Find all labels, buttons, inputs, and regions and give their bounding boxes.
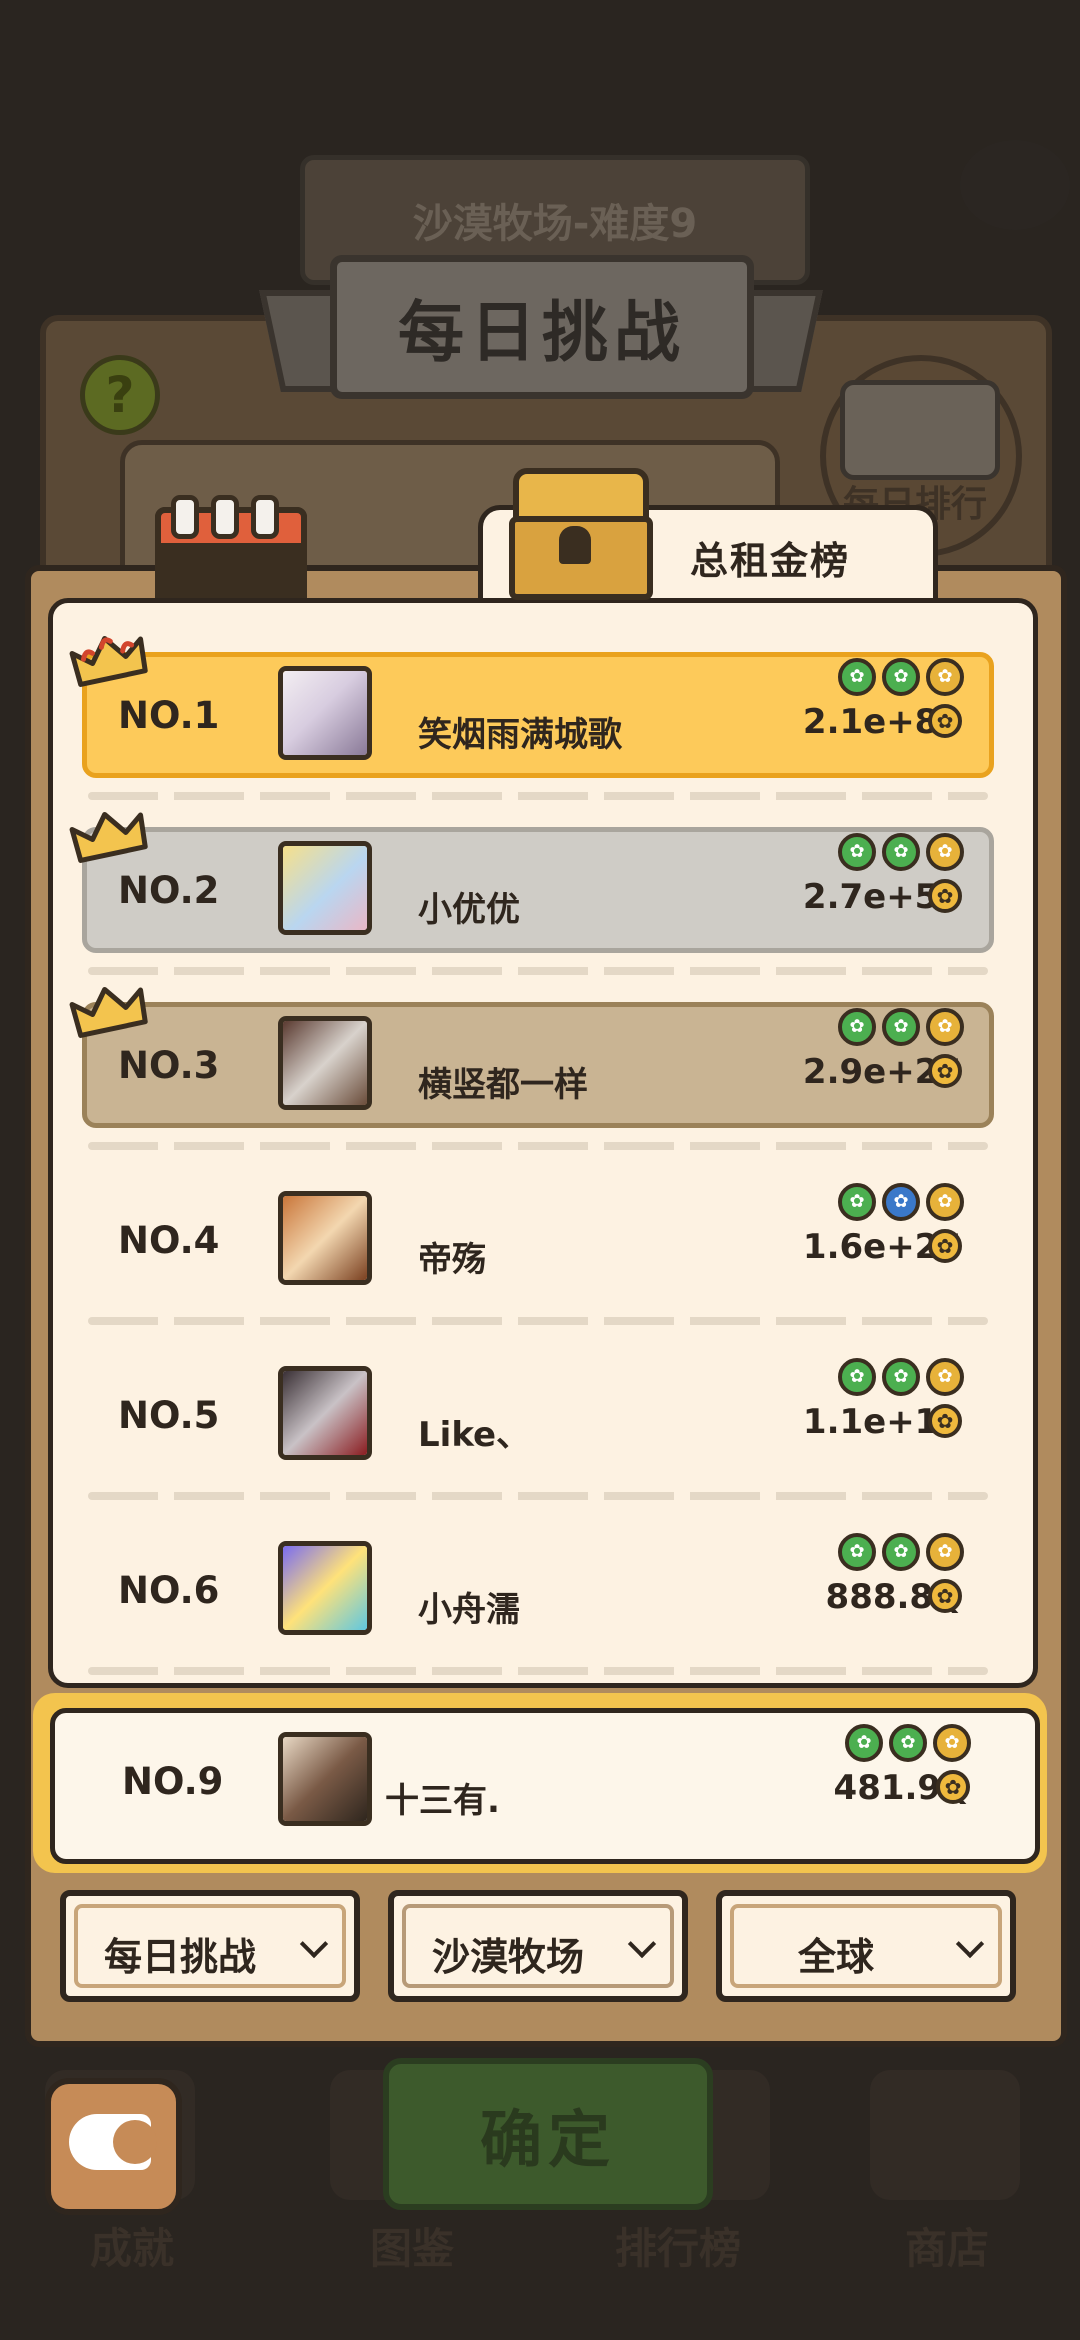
row-divider bbox=[88, 1142, 988, 1150]
avatar[interactable] bbox=[278, 1016, 372, 1110]
achievement-badges: ✿ ✿ ✿ bbox=[838, 1183, 968, 1223]
back-button[interactable] bbox=[45, 2078, 182, 2215]
row-divider bbox=[88, 1667, 988, 1675]
nav-leaderboard-label: 排行榜 bbox=[615, 2224, 742, 2273]
avatar-image bbox=[283, 1371, 367, 1455]
achievement-badges: ✿ ✿ ✿ bbox=[838, 1008, 968, 1048]
green-badge-icon: ✿ bbox=[838, 833, 876, 871]
nav-achievements-label: 成就 bbox=[90, 2224, 175, 2273]
avatar[interactable] bbox=[278, 1732, 372, 1826]
green-badge-icon: ✿ bbox=[838, 658, 876, 696]
blue-badge-icon: ✿ bbox=[882, 1183, 920, 1221]
paw-icon: ✿ bbox=[928, 1579, 962, 1613]
nav-shop-icon[interactable] bbox=[870, 2070, 1020, 2200]
achievement-badges: ✿ ✿ ✿ bbox=[838, 1358, 968, 1398]
calendar-icon[interactable] bbox=[155, 495, 307, 617]
player-name: 笑烟雨满城歌 bbox=[418, 715, 622, 755]
gold-badge-icon: ✿ bbox=[926, 658, 964, 696]
green-badge-icon: ✿ bbox=[882, 833, 920, 871]
help-icon[interactable]: ? bbox=[80, 355, 160, 435]
player-name: 小舟濡 bbox=[418, 1590, 520, 1630]
avatar-image bbox=[283, 1021, 367, 1105]
green-badge-icon: ✿ bbox=[889, 1724, 927, 1762]
row-divider bbox=[88, 1317, 988, 1325]
avatar[interactable] bbox=[278, 1366, 372, 1460]
green-badge-icon: ✿ bbox=[838, 1533, 876, 1571]
gold-badge-icon: ✿ bbox=[926, 1183, 964, 1221]
region-select[interactable]: 全球 bbox=[716, 1890, 1016, 2002]
player-name: 横竖都一样 bbox=[418, 1065, 588, 1105]
map-select-value: 沙漠牧场 bbox=[431, 1935, 584, 1979]
gold-badge-icon: ✿ bbox=[926, 1533, 964, 1571]
green-badge-icon: ✿ bbox=[882, 1008, 920, 1046]
rank-label: NO.3 bbox=[118, 1044, 220, 1087]
gold-badge-icon: ✿ bbox=[926, 1008, 964, 1046]
achievement-badges: ✿ ✿ ✿ bbox=[838, 833, 968, 873]
mode-select[interactable]: 每日挑战 bbox=[60, 1890, 360, 2002]
confirm-button[interactable]: 确定 bbox=[383, 2058, 713, 2210]
green-badge-icon: ✿ bbox=[838, 1183, 876, 1221]
rank-label: NO.2 bbox=[118, 869, 220, 912]
map-select[interactable]: 沙漠牧场 bbox=[388, 1890, 688, 2002]
player-name: 帝殇 bbox=[418, 1240, 486, 1280]
paw-icon: ✿ bbox=[928, 879, 962, 913]
rank-label: NO.9 bbox=[122, 1760, 224, 1803]
avatar[interactable] bbox=[278, 1541, 372, 1635]
rank-label: NO.4 bbox=[118, 1219, 220, 1262]
nav-collection-label: 图鉴 bbox=[370, 2224, 455, 2273]
avatar-image bbox=[283, 1546, 367, 1630]
avatar-image bbox=[283, 671, 367, 755]
avatar[interactable] bbox=[278, 666, 372, 760]
paw-icon: ✿ bbox=[936, 1770, 970, 1804]
gold-badge-icon: ✿ bbox=[926, 1358, 964, 1396]
achievement-badges: ✿ ✿ ✿ bbox=[838, 658, 968, 698]
row-divider bbox=[88, 792, 988, 800]
achievement-badges: ✿ ✿ ✿ bbox=[838, 1533, 968, 1573]
green-badge-icon: ✿ bbox=[882, 658, 920, 696]
avatar-image bbox=[283, 1737, 367, 1821]
mode-select-value: 每日挑战 bbox=[103, 1935, 256, 1979]
treasure-chest-icon bbox=[505, 468, 653, 600]
paw-icon: ✿ bbox=[928, 1404, 962, 1438]
paw-icon: ✿ bbox=[928, 704, 962, 738]
rank-label: NO.1 bbox=[118, 694, 220, 737]
tab-total-rent-label: 总租金榜 bbox=[690, 539, 851, 583]
avatar[interactable] bbox=[278, 1191, 372, 1285]
row-divider bbox=[88, 967, 988, 975]
paw-icon: ✿ bbox=[928, 1229, 962, 1263]
scroll-icon bbox=[840, 380, 1000, 480]
green-badge-icon: ✿ bbox=[845, 1724, 883, 1762]
corner-decoration bbox=[960, 140, 1070, 230]
player-name: 小优优 bbox=[418, 890, 520, 930]
gold-badge-icon: ✿ bbox=[926, 833, 964, 871]
player-name: Like、 bbox=[418, 1415, 531, 1455]
green-badge-icon: ✿ bbox=[838, 1008, 876, 1046]
avatar-image bbox=[283, 846, 367, 930]
row-divider bbox=[88, 1492, 988, 1500]
back-arrow-icon bbox=[69, 2114, 157, 2170]
green-badge-icon: ✿ bbox=[838, 1358, 876, 1396]
region-select-value: 全球 bbox=[797, 1935, 874, 1979]
gold-badge-icon: ✿ bbox=[933, 1724, 971, 1762]
paw-icon: ✿ bbox=[928, 1054, 962, 1088]
rank-label: NO.5 bbox=[118, 1394, 220, 1437]
page-title: 每日挑战 bbox=[330, 255, 754, 399]
green-badge-icon: ✿ bbox=[882, 1533, 920, 1571]
rank-label: NO.6 bbox=[118, 1569, 220, 1612]
avatar[interactable] bbox=[278, 841, 372, 935]
nav-shop-label: 商店 bbox=[905, 2224, 990, 2273]
player-name: 十三有. bbox=[385, 1781, 500, 1821]
achievement-badges: ✿ ✿ ✿ bbox=[845, 1724, 975, 1764]
avatar-image bbox=[283, 1196, 367, 1280]
green-badge-icon: ✿ bbox=[882, 1358, 920, 1396]
